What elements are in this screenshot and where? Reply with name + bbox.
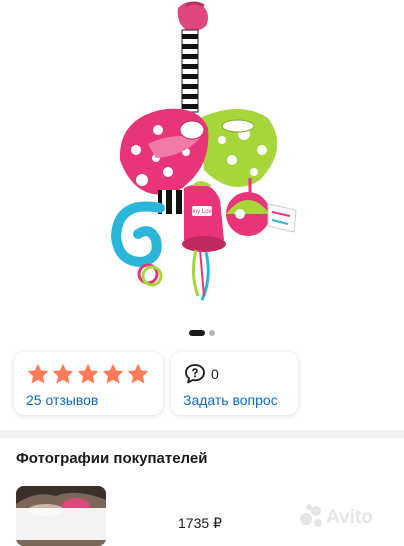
star-icon (77, 363, 99, 384)
brand-tag: Tiny Love (189, 209, 215, 215)
rating-card[interactable]: 25 отзывов (14, 352, 163, 415)
questions-card[interactable]: 0 Задать вопрос (171, 352, 298, 415)
product-image-gallery[interactable]: Tiny Love (0, 0, 404, 322)
star-icon (102, 363, 124, 384)
questions-count: 0 (211, 366, 219, 382)
gallery-dot-active[interactable] (189, 330, 205, 336)
gallery-pagination[interactable] (0, 329, 404, 337)
star-icon (52, 363, 74, 384)
product-image: Tiny Love (110, 1, 297, 301)
section-divider (0, 430, 404, 438)
rating-stars (26, 361, 151, 387)
star-icon (127, 363, 149, 384)
reviews-link[interactable]: 25 отзывов (26, 392, 151, 408)
svg-text:Avito: Avito (326, 507, 373, 528)
price-label: 1735 ₽ (178, 515, 222, 531)
gallery-dot[interactable] (209, 330, 215, 336)
question-bubble-icon (185, 364, 205, 384)
feedback-cards: 25 отзывов 0 Задать вопрос (14, 352, 298, 415)
ask-question-link[interactable]: Задать вопрос (183, 392, 286, 408)
star-icon (27, 363, 49, 384)
customer-photos-title: Фотографии покупателей (16, 450, 208, 467)
avito-watermark-logo: Avito (300, 504, 373, 528)
